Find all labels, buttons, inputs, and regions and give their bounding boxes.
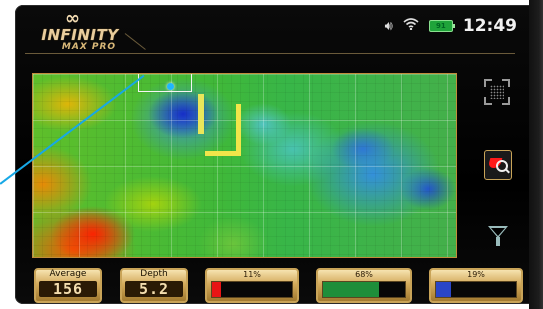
composition-bar-3: 19% — [429, 268, 523, 303]
composition-percent: 19% — [467, 270, 485, 279]
heatmap-canvas[interactable] — [33, 74, 456, 257]
brand-logo: ∞ INFINITY MAX PRO — [20, 8, 140, 53]
depth-readout: Depth 5.2 — [120, 268, 188, 303]
average-label: Average — [49, 269, 87, 279]
composition-track — [435, 281, 517, 298]
heatmap-grid-lines — [33, 74, 456, 257]
signal-streak — [205, 151, 237, 156]
depth-value: 5.2 — [125, 281, 183, 297]
clock-time: 12:49 — [462, 16, 517, 36]
target-search-button[interactable] — [484, 150, 512, 180]
composition-track — [322, 281, 406, 298]
device-bezel — [529, 0, 543, 309]
composition-percent: 11% — [243, 270, 261, 279]
signal-streak — [236, 104, 241, 156]
grid-dots — [490, 85, 504, 99]
average-value: 156 — [39, 281, 97, 297]
depth-label: Depth — [140, 269, 168, 279]
signal-streak — [198, 94, 204, 134]
composition-bar-2: 68% — [316, 268, 412, 303]
average-readout: Average 156 — [34, 268, 102, 303]
scan-cursor-dot[interactable] — [167, 83, 174, 90]
composition-bar-1: 11% — [205, 268, 299, 303]
device-body: ∞ INFINITY MAX PRO 🔊︎ 91 12:49 Average 1… — [0, 0, 543, 309]
filter-icon-inner — [491, 228, 505, 236]
composition-fill — [323, 282, 379, 297]
volume-icon[interactable]: 🔊︎ — [385, 19, 393, 34]
grid-view-icon[interactable] — [484, 79, 510, 105]
composition-percent: 68% — [355, 270, 373, 279]
scan-heatmap[interactable] — [32, 73, 457, 258]
brand-model: MAX PRO — [61, 42, 117, 52]
header-divider — [25, 53, 515, 54]
composition-track — [211, 281, 293, 298]
scan-cursor-frame[interactable] — [138, 74, 192, 92]
composition-fill — [212, 282, 221, 297]
wifi-icon — [403, 18, 419, 34]
battery-icon: 91 — [428, 20, 455, 32]
status-bar: 🔊︎ 91 12:49 — [385, 14, 517, 38]
magnifier-handle — [505, 168, 510, 174]
composition-fill — [436, 282, 452, 297]
